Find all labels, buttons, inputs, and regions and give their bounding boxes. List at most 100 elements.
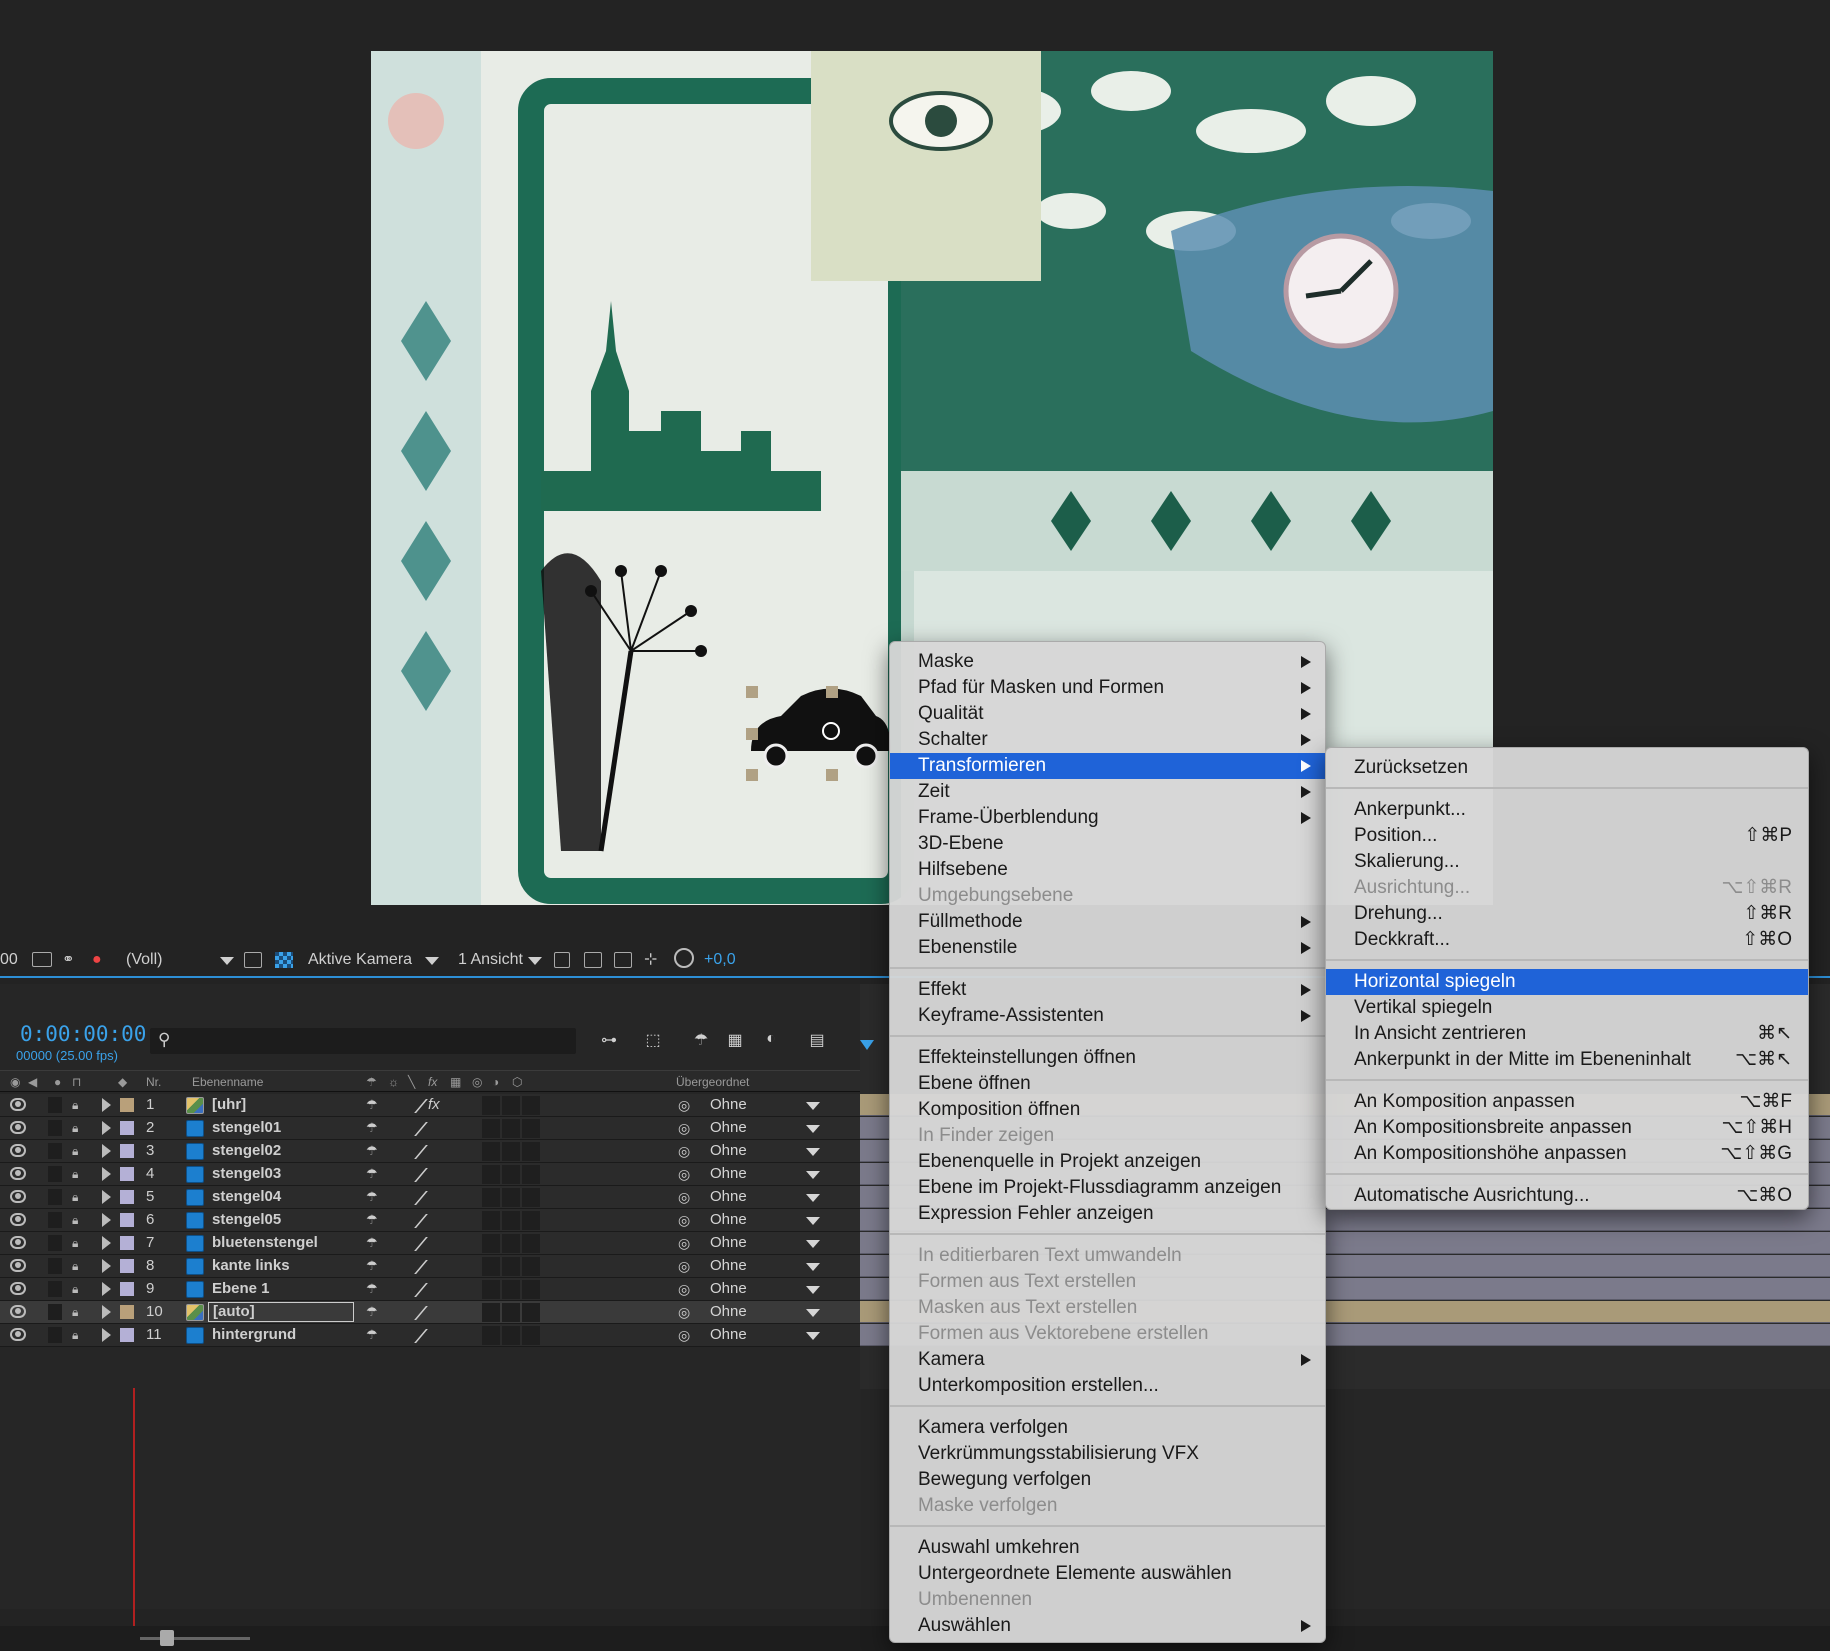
layer-row[interactable]: 🔒︎ 3 stengel02 ☂ ◎ Ohne (0, 1140, 860, 1163)
layer-name-column-header[interactable]: Ebenenname (192, 1075, 263, 1089)
twirl-down-triangle-icon[interactable] (102, 1328, 111, 1342)
nr-column-header[interactable]: Nr. (146, 1075, 161, 1089)
layer-name[interactable]: stengel05 (212, 1211, 281, 1228)
solo-toggle[interactable] (48, 1120, 62, 1136)
parent-chevron-down-icon[interactable] (806, 1217, 820, 1225)
switch-box[interactable] (482, 1211, 500, 1230)
solo-toggle[interactable] (48, 1166, 62, 1182)
menu-item-maske[interactable]: Maske (890, 649, 1325, 675)
collapse-column-icon[interactable]: ☼ (388, 1075, 399, 1089)
menu-item-ankerpunkt-in-der-mitte-im-ebeneninhalt[interactable]: Ankerpunkt in der Mitte im Ebeneninhalt ⌥… (1326, 1047, 1808, 1073)
graph-editor-icon[interactable]: ▤ (806, 1030, 828, 1050)
menu-item-transformieren[interactable]: Transformieren (890, 753, 1325, 779)
menu-item-in-ansicht-zentrieren[interactable]: In Ansicht zentrieren ⌘↖ (1326, 1021, 1808, 1047)
menu-item-horizontal-spiegeln[interactable]: Horizontal spiegeln (1326, 969, 1808, 995)
menu-item-skalierung[interactable]: Skalierung... (1326, 849, 1808, 875)
shy-switch-icon[interactable]: ☂ (366, 1120, 378, 1136)
menu-item-expression-fehler-anzeigen[interactable]: Expression Fehler anzeigen (890, 1201, 1325, 1227)
effects-switch-icon[interactable]: fx (428, 1096, 440, 1113)
switch-box[interactable] (522, 1280, 540, 1299)
menu-item-an-kompositionshoehe-anpassen[interactable]: An Kompositionshöhe anpassen ⌥⇧⌘G (1326, 1141, 1808, 1167)
solo-toggle[interactable] (48, 1281, 62, 1297)
solo-toggle[interactable] (48, 1258, 62, 1274)
lock-icon[interactable]: 🔒︎ (72, 1259, 83, 1273)
region-of-interest-icon[interactable] (244, 952, 262, 968)
quality-switch-icon[interactable] (402, 1283, 428, 1297)
parent-select[interactable]: Ohne (710, 1257, 747, 1274)
switch-box[interactable] (522, 1326, 540, 1345)
parent-select[interactable]: Ohne (710, 1096, 747, 1113)
switch-box[interactable] (482, 1257, 500, 1276)
views-select[interactable]: 1 Ansicht (458, 950, 523, 970)
parent-select[interactable]: Ohne (710, 1188, 747, 1205)
switch-box[interactable] (502, 1280, 520, 1299)
layer-name[interactable]: stengel03 (212, 1165, 281, 1182)
switch-box[interactable] (482, 1142, 500, 1161)
menu-item-hilfsebene[interactable]: Hilfsebene (890, 857, 1325, 883)
visibility-eye-icon[interactable] (10, 1259, 26, 1272)
quality-switch-icon[interactable] (402, 1168, 428, 1182)
lock-icon[interactable]: 🔒︎ (72, 1144, 83, 1158)
twirl-down-triangle-icon[interactable] (102, 1236, 111, 1250)
lock-icon[interactable]: 🔒︎ (72, 1167, 83, 1181)
camera-chevron-down-icon[interactable] (425, 957, 439, 977)
quality-switch-icon[interactable] (402, 1306, 428, 1320)
switch-box[interactable] (482, 1234, 500, 1253)
menu-item-position[interactable]: Position... ⇧⌘P (1326, 823, 1808, 849)
frame-blend-column-icon[interactable]: ▦ (450, 1075, 461, 1089)
shy-switch-icon[interactable]: ☂ (366, 1097, 378, 1113)
menu-item-ebene-im-projekt-flussdiagramm-anzeigen[interactable]: Ebene im Projekt-Flussdiagramm anzeigen (890, 1175, 1325, 1201)
motion-blur-column-icon[interactable]: ◎ (472, 1075, 482, 1089)
switch-box[interactable] (482, 1188, 500, 1207)
solo-toggle[interactable] (48, 1235, 62, 1251)
switch-box[interactable] (502, 1257, 520, 1276)
layer-name[interactable]: stengel04 (212, 1188, 281, 1205)
camera-select[interactable]: Aktive Kamera (308, 950, 412, 970)
twirl-down-triangle-icon[interactable] (102, 1144, 111, 1158)
switch-box[interactable] (522, 1119, 540, 1138)
menu-item-fuellmethode[interactable]: Füllmethode (890, 909, 1325, 935)
fast-preview-icon[interactable] (554, 952, 570, 968)
menu-item-bewegung-verfolgen[interactable]: Bewegung verfolgen (890, 1467, 1325, 1493)
layer-name[interactable]: hintergrund (212, 1326, 296, 1343)
comp-flowchart-icon[interactable] (614, 952, 632, 968)
quality-switch-icon[interactable] (402, 1260, 428, 1274)
solo-toggle[interactable] (48, 1143, 62, 1159)
lock-icon[interactable]: 🔒︎ (72, 1121, 83, 1135)
menu-item-3d-ebene[interactable]: 3D-Ebene (890, 831, 1325, 857)
draft-3d-icon[interactable]: ⬚ (642, 1030, 664, 1050)
parent-chevron-down-icon[interactable] (806, 1148, 820, 1156)
menu-item-an-komposition-anpassen[interactable]: An Komposition anpassen ⌥⌘F (1326, 1089, 1808, 1115)
menu-item-untergeordnete-elemente-auswaehlen[interactable]: Untergeordnete Elemente auswählen (890, 1561, 1325, 1587)
pick-whip-icon[interactable]: ◎ (678, 1097, 690, 1114)
label-color-swatch[interactable] (120, 1259, 134, 1273)
shy-switch-icon[interactable]: ☂ (366, 1327, 378, 1343)
twirl-down-triangle-icon[interactable] (102, 1167, 111, 1181)
visibility-eye-icon[interactable] (10, 1328, 26, 1341)
menu-item-effekt[interactable]: Effekt (890, 977, 1325, 1003)
menu-item-qualitaet[interactable]: Qualität (890, 701, 1325, 727)
twirl-down-triangle-icon[interactable] (102, 1098, 111, 1112)
label-color-swatch[interactable] (120, 1121, 134, 1135)
visibility-eye-icon[interactable] (10, 1167, 26, 1180)
shy-column-icon[interactable]: ☂ (366, 1075, 377, 1089)
zoom-slider[interactable] (140, 1637, 250, 1640)
menu-item-automatische-ausrichtung[interactable]: Automatische Ausrichtung... ⌥⌘O (1326, 1183, 1808, 1209)
menu-item-vertikal-spiegeln[interactable]: Vertikal spiegeln (1326, 995, 1808, 1021)
shy-layers-icon[interactable]: ☂ (690, 1030, 712, 1050)
menu-item-kamera-verfolgen[interactable]: Kamera verfolgen (890, 1415, 1325, 1441)
menu-item-auswaehlen[interactable]: Auswählen (890, 1613, 1325, 1639)
solo-column-icon[interactable]: ● (54, 1075, 61, 1089)
layer-row[interactable]: 🔒︎ 9 Ebene 1 ☂ ◎ Ohne (0, 1278, 860, 1301)
parent-select[interactable]: Ohne (710, 1326, 747, 1343)
switch-box[interactable] (482, 1119, 500, 1138)
label-color-swatch[interactable] (120, 1167, 134, 1181)
menu-item-deckkraft[interactable]: Deckkraft... ⇧⌘O (1326, 927, 1808, 953)
pick-whip-icon[interactable]: ◎ (678, 1189, 690, 1206)
pick-whip-icon[interactable]: ◎ (678, 1120, 690, 1137)
flowchart-icon[interactable]: ⊹ (644, 950, 657, 970)
menu-item-komposition-oeffnen[interactable]: Komposition öffnen (890, 1097, 1325, 1123)
quality-switch-icon[interactable] (402, 1191, 428, 1205)
layer-row[interactable]: 🔒︎ 5 stengel04 ☂ ◎ Ohne (0, 1186, 860, 1209)
switch-box[interactable] (522, 1142, 540, 1161)
